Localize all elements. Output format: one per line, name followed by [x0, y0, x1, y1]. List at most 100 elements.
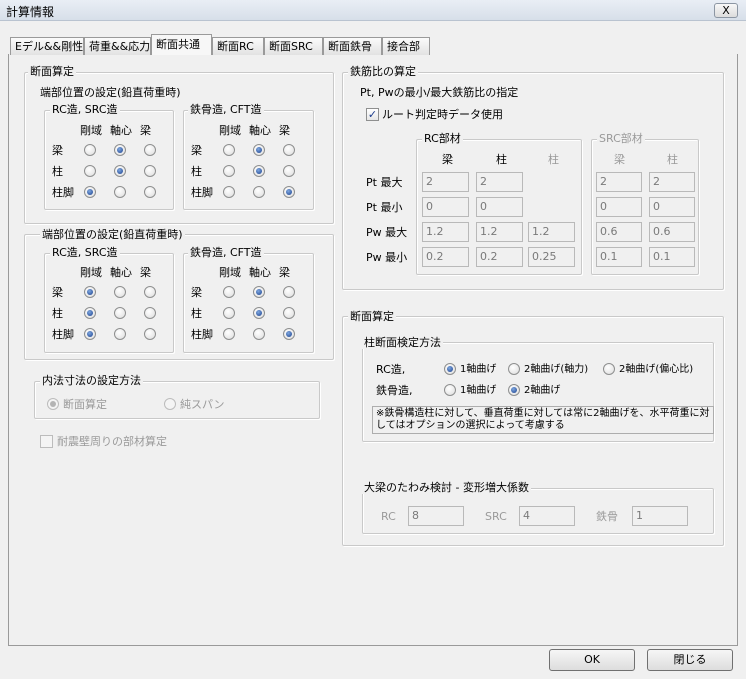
deflection-steel-label: 鉄骨 — [596, 510, 618, 523]
inner-dim-pure-span-radio[interactable] — [164, 398, 176, 410]
rc-ratio-field[interactable]: 1.2 — [476, 222, 523, 242]
deflection-steel-field[interactable]: 1 — [632, 506, 688, 526]
src-ratio-field[interactable]: 0 — [649, 197, 695, 217]
steel2-col-header: 剛域 — [219, 266, 241, 279]
rc1-radio[interactable] — [144, 165, 156, 177]
steel1-radio[interactable] — [283, 186, 295, 198]
src-col-header: 柱 — [667, 153, 678, 166]
inner-dim-section-calc-label: 断面算定 — [63, 398, 107, 411]
steel1-row-label: 柱脚 — [191, 186, 213, 199]
rc-ratio-field[interactable]: 0.2 — [476, 247, 523, 267]
seismic-wall-label: 耐震壁周りの部材算定 — [57, 435, 167, 448]
tab-section-steel[interactable]: 断面鉄骨 — [323, 37, 382, 55]
rc1-radio[interactable] — [114, 186, 126, 198]
rebar-row-label: Pt 最大 — [366, 176, 403, 189]
rc1-row-label: 梁 — [52, 144, 63, 157]
tab-joint[interactable]: 接合部 — [382, 37, 430, 55]
rc2-radio[interactable] — [144, 328, 156, 340]
rc-ratio-field[interactable]: 2 — [422, 172, 469, 192]
steel-group-1-title: 鉄骨造, CFT造 — [188, 103, 264, 116]
rc2-row-label: 柱脚 — [52, 328, 74, 341]
rc1-radio[interactable] — [84, 165, 96, 177]
rc-ratio-field[interactable]: 0 — [476, 197, 523, 217]
steel1-radio[interactable] — [253, 144, 265, 156]
rc2-radio[interactable] — [114, 328, 126, 340]
rc-ratio-field[interactable]: 0.2 — [422, 247, 469, 267]
steel2-radio[interactable] — [253, 307, 265, 319]
tab-section-common[interactable]: 断面共通 — [151, 34, 212, 55]
steel1-row-label: 柱 — [191, 165, 202, 178]
steel1-row-label: 梁 — [191, 144, 202, 157]
steel2-radio[interactable] — [223, 307, 235, 319]
window-close-button[interactable]: X — [714, 3, 738, 18]
rc2-radio[interactable] — [144, 286, 156, 298]
rc2-radio[interactable] — [84, 307, 96, 319]
src-ratio-field[interactable]: 0.6 — [596, 222, 642, 242]
steel2-radio[interactable] — [253, 286, 265, 298]
rebar-row-label: Pw 最大 — [366, 226, 408, 239]
tab-section-src[interactable]: 断面SRC — [264, 37, 323, 55]
rc-ratio-field[interactable]: 2 — [476, 172, 523, 192]
src-ratio-field[interactable]: 2 — [649, 172, 695, 192]
rc2-radio[interactable] — [84, 286, 96, 298]
route-check-checkbox[interactable]: ✓ — [366, 108, 379, 121]
rc1-col-header: 梁 — [140, 124, 151, 137]
rc1-radio[interactable] — [144, 186, 156, 198]
rc2-radio[interactable] — [114, 307, 126, 319]
rc-group-2-title: RC造, SRC造 — [50, 246, 120, 259]
rc2-col-header: 剛域 — [80, 266, 102, 279]
rc1-radio[interactable] — [84, 144, 96, 156]
steel2-radio[interactable] — [283, 328, 295, 340]
deflection-src-field[interactable]: 4 — [519, 506, 575, 526]
rc-uniaxial-radio[interactable] — [444, 363, 456, 375]
steel2-radio[interactable] — [253, 328, 265, 340]
steel-biaxial-radio[interactable] — [508, 384, 520, 396]
rc2-row-label: 柱 — [52, 307, 63, 320]
rc-biaxial-axial-radio[interactable] — [508, 363, 520, 375]
rc-ratio-field[interactable]: 1.2 — [528, 222, 575, 242]
steel1-radio[interactable] — [253, 186, 265, 198]
steel1-col-header: 剛域 — [219, 124, 241, 137]
steel-uniaxial-radio[interactable] — [444, 384, 456, 396]
src-member-title: SRC部材 — [597, 132, 645, 145]
steel1-radio[interactable] — [253, 165, 265, 177]
steel1-radio[interactable] — [223, 165, 235, 177]
rc1-radio[interactable] — [144, 144, 156, 156]
steel1-radio[interactable] — [223, 144, 235, 156]
close-button[interactable]: 閉じる — [647, 649, 733, 671]
rc-col-header: 柱 — [496, 153, 507, 166]
rc2-radio[interactable] — [144, 307, 156, 319]
steel1-col-header: 梁 — [279, 124, 290, 137]
steel1-radio[interactable] — [283, 144, 295, 156]
inner-dim-section-calc-radio[interactable] — [47, 398, 59, 410]
deflection-rc-label: RC — [381, 510, 396, 523]
rc-ratio-field[interactable]: 0 — [422, 197, 469, 217]
tab-model-stiffness[interactable]: Eデル&&剛性 — [10, 37, 84, 55]
src-ratio-field[interactable]: 2 — [596, 172, 642, 192]
rc1-radio[interactable] — [114, 165, 126, 177]
rc2-col-header: 軸心 — [110, 266, 132, 279]
steel2-radio[interactable] — [223, 286, 235, 298]
tab-load-stress[interactable]: 荷重&&応力 — [84, 37, 151, 55]
deflection-rc-field[interactable]: 8 — [408, 506, 464, 526]
steel2-radio[interactable] — [223, 328, 235, 340]
src-ratio-field[interactable]: 0.6 — [649, 222, 695, 242]
rc2-radio[interactable] — [84, 328, 96, 340]
rc-biaxial-eccentric-radio[interactable] — [603, 363, 615, 375]
src-ratio-field[interactable]: 0.1 — [596, 247, 642, 267]
rc-ratio-field[interactable]: 1.2 — [422, 222, 469, 242]
rc1-radio[interactable] — [114, 144, 126, 156]
seismic-wall-checkbox[interactable] — [40, 435, 53, 448]
steel2-radio[interactable] — [283, 307, 295, 319]
rc-ratio-field[interactable]: 0.25 — [528, 247, 575, 267]
rc2-radio[interactable] — [114, 286, 126, 298]
tab-section-rc[interactable]: 断面RC — [212, 37, 264, 55]
steel1-radio[interactable] — [223, 186, 235, 198]
src-ratio-field[interactable]: 0.1 — [649, 247, 695, 267]
src-ratio-field[interactable]: 0 — [596, 197, 642, 217]
steel1-radio[interactable] — [283, 165, 295, 177]
ok-button[interactable]: OK — [549, 649, 635, 671]
rc1-radio[interactable] — [84, 186, 96, 198]
steel2-radio[interactable] — [283, 286, 295, 298]
steel2-col-header: 軸心 — [249, 266, 271, 279]
